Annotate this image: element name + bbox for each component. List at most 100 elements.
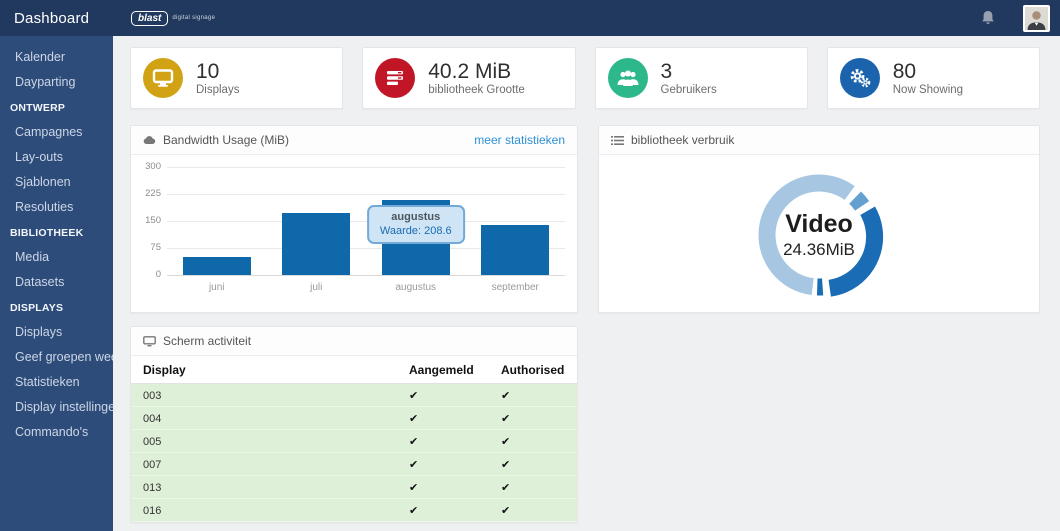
table-header-row: Display Aangemeld Authorised	[131, 356, 577, 384]
charts-row: Bandwidth Usage (MiB) meer statistieken …	[130, 125, 1040, 313]
sidebar-item-commando-s[interactable]: Commando's	[0, 420, 113, 445]
col-header-aangemeld: Aangemeld	[397, 356, 489, 384]
x-axis-label-juni: juni	[167, 282, 267, 293]
stat-label: Displays	[196, 84, 239, 96]
stat-value: 80	[893, 60, 963, 84]
bandwidth-chart-body: 075150225300augustusWaarde: 208.6 juniju…	[131, 155, 577, 293]
monitor-icon	[143, 336, 156, 347]
notifications-bell-icon[interactable]	[979, 9, 997, 27]
cell-display-name: 004	[131, 407, 397, 430]
check-icon: ✔	[397, 453, 489, 476]
check-icon: ✔	[489, 407, 577, 430]
x-axis-label-september: september	[466, 282, 566, 293]
gridline-y300	[167, 167, 565, 168]
stat-value: 40.2 MiB	[428, 60, 525, 84]
check-icon: ✔	[489, 476, 577, 499]
check-icon: ✔	[397, 384, 489, 407]
cell-display-name: 007	[131, 453, 397, 476]
col-header-authorised: Authorised	[489, 356, 577, 384]
sidebar-section-displays: DISPLAYS	[0, 295, 113, 320]
stat-text: 10 Displays	[196, 60, 239, 96]
table-row-003: 003✔✔	[131, 384, 577, 407]
more-statistics-link[interactable]: meer statistieken	[474, 133, 565, 147]
x-axis-label-juli: juli	[267, 282, 367, 293]
bandwidth-title: Bandwidth Usage (MiB)	[163, 133, 289, 147]
sidebar-item-display-instellingen[interactable]: Display instellingen	[0, 395, 113, 420]
check-icon: ✔	[397, 407, 489, 430]
bandwidth-x-axis-labels: junijuliaugustusseptember	[167, 282, 565, 293]
sidebar-item-resoluties[interactable]: Resoluties	[0, 195, 113, 220]
list-icon	[611, 135, 624, 146]
check-icon: ✔	[489, 453, 577, 476]
table-row-004: 004✔✔	[131, 407, 577, 430]
library-icon	[375, 58, 415, 98]
y-axis-tick-75: 75	[133, 242, 161, 253]
check-icon: ✔	[489, 430, 577, 453]
sidebar-item-kalender[interactable]: Kalender	[0, 45, 113, 70]
library-donut-chart[interactable]: Video 24.36MiB	[734, 156, 904, 314]
check-icon: ✔	[397, 476, 489, 499]
top-bar: Dashboard blast digital signage	[0, 0, 1060, 36]
sidebar-item-statistieken[interactable]: Statistieken	[0, 370, 113, 395]
stat-text: 80 Now Showing	[893, 60, 963, 96]
sidebar-item-campagnes[interactable]: Campagnes	[0, 120, 113, 145]
stat-card-now-showing: 80 Now Showing	[827, 47, 1040, 109]
screen-activity-card: Scherm activiteit Display Aangemeld Auth…	[130, 326, 578, 523]
library-usage-title: bibliotheek verbruik	[631, 133, 734, 147]
tooltip-title: augustus	[380, 211, 452, 223]
table-row-016: 016✔✔	[131, 499, 577, 522]
check-icon: ✔	[397, 499, 489, 522]
stat-label: Now Showing	[893, 84, 963, 96]
sidebar-list: KalenderDaypartingONTWERPCampagnesLay-ou…	[0, 45, 113, 445]
sidebar-item-geef-groepen-weer[interactable]: Geef groepen weer	[0, 345, 113, 370]
y-axis-tick-0: 0	[133, 269, 161, 280]
stat-value: 10	[196, 60, 239, 84]
bandwidth-card-header: Bandwidth Usage (MiB) meer statistieken	[131, 126, 577, 155]
main-content: 10 Displays 40.2 MiB bibliotheek Grootte	[113, 36, 1060, 531]
chart-tooltip: augustus Waarde: 208.6	[367, 205, 465, 244]
cogs-icon	[840, 58, 880, 98]
stat-text: 3 Gebruikers	[661, 60, 717, 96]
library-donut-body: Video 24.36MiB	[599, 155, 1039, 315]
library-usage-card: bibliotheek verbruik Video 24.36MiB	[598, 125, 1040, 313]
users-icon	[608, 58, 648, 98]
sidebar-item-lay-outs[interactable]: Lay-outs	[0, 145, 113, 170]
page-title: Dashboard	[0, 10, 113, 27]
sidebar-nav: KalenderDaypartingONTWERPCampagnesLay-ou…	[0, 36, 113, 531]
stat-label: bibliotheek Grootte	[428, 84, 525, 96]
stat-text: 40.2 MiB bibliotheek Grootte	[428, 60, 525, 96]
stat-value: 3	[661, 60, 717, 84]
y-axis-tick-300: 300	[133, 161, 161, 172]
bar-juni[interactable]	[183, 257, 251, 275]
stat-card-users: 3 Gebruikers	[595, 47, 808, 109]
bar-juli[interactable]	[282, 213, 350, 275]
logo-subtitle: digital signage	[172, 15, 215, 21]
cell-display-name: 005	[131, 430, 397, 453]
check-icon: ✔	[489, 499, 577, 522]
sidebar-item-displays[interactable]: Displays	[0, 320, 113, 345]
library-card-header: bibliotheek verbruik	[599, 126, 1039, 155]
sidebar-section-ontwerp: ONTWERP	[0, 95, 113, 120]
user-avatar[interactable]	[1023, 5, 1050, 32]
stat-card-library-size: 40.2 MiB bibliotheek Grootte	[362, 47, 575, 109]
donut-center-title: Video	[785, 210, 853, 238]
cell-display-name: 013	[131, 476, 397, 499]
donut-center-value: 24.36MiB	[783, 240, 855, 259]
bandwidth-bar-chart: 075150225300augustusWaarde: 208.6	[167, 167, 565, 275]
gridline-y225	[167, 194, 565, 195]
activity-card-header: Scherm activiteit	[131, 327, 577, 356]
x-axis-label-augustus: augustus	[366, 282, 466, 293]
cell-display-name: 003	[131, 384, 397, 407]
sidebar-item-datasets[interactable]: Datasets	[0, 270, 113, 295]
sidebar-item-media[interactable]: Media	[0, 245, 113, 270]
sidebar-item-sjablonen[interactable]: Sjablonen	[0, 170, 113, 195]
cell-display-name: 016	[131, 499, 397, 522]
y-axis-tick-150: 150	[133, 215, 161, 226]
tooltip-value: Waarde: 208.6	[380, 225, 452, 237]
table-row-005: 005✔✔	[131, 430, 577, 453]
sidebar-item-dayparting[interactable]: Dayparting	[0, 70, 113, 95]
stat-label: Gebruikers	[661, 84, 717, 96]
app-logo: blast digital signage	[131, 11, 215, 26]
check-icon: ✔	[489, 384, 577, 407]
bar-september[interactable]	[481, 225, 549, 275]
